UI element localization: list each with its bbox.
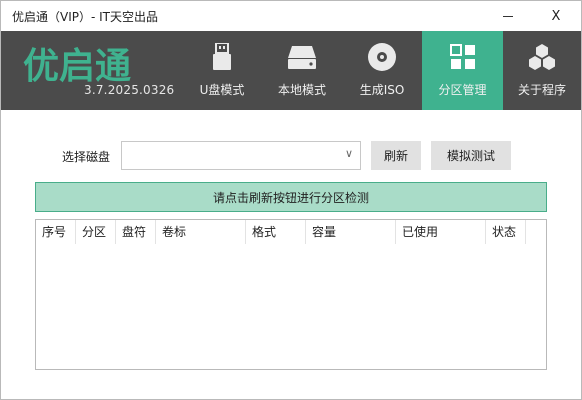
close-icon: X [551,8,561,24]
window-title: 优启通（VIP）- IT天空出品 [12,10,158,24]
hexagons-icon [527,42,557,72]
app-window: 优启通（VIP）- IT天空出品 X 优启通 3.7.2025.0326 U盘模… [0,0,582,400]
column-header-drive-letter[interactable]: 盘符 [116,220,156,244]
tab-make-iso[interactable]: 生成ISO [342,31,422,110]
tab-partition-manager-label: 分区管理 [438,83,487,97]
partition-panel: 选择磁盘 ∨ 刷新 模拟测试 请点击刷新按钮进行分区检测 序号 分区 盘符 卷标… [1,110,581,399]
status-message: 请点击刷新按钮进行分区检测 [35,182,547,212]
tab-local-mode-label: 本地模式 [277,83,326,97]
tab-local-mode[interactable]: 本地模式 [262,31,342,110]
version-label: 3.7.2025.0326 [84,83,175,97]
minimize-icon [503,15,513,17]
grid-icon [448,42,478,72]
hard-disk-icon [287,42,317,72]
column-header-partition[interactable]: 分区 [76,220,116,244]
app-logo: 优启通 [23,46,131,85]
column-header-index[interactable]: 序号 [36,220,76,244]
simulate-test-button[interactable]: 模拟测试 [431,141,511,170]
header-toolbar: 优启通 3.7.2025.0326 U盘模式 本地模式 生成ISO 分区管理 关… [1,31,581,110]
column-header-used[interactable]: 已使用 [396,220,486,244]
close-button[interactable]: X [533,1,579,31]
refresh-button[interactable]: 刷新 [371,141,421,170]
minimize-button[interactable] [485,1,531,31]
tab-make-iso-label: 生成ISO [359,83,405,97]
disk-select-dropdown[interactable]: ∨ [121,141,361,170]
table-header: 序号 分区 盘符 卷标 格式 容量 已使用 状态 [36,220,546,244]
tab-usb-mode[interactable]: U盘模式 [182,31,262,110]
tab-usb-mode-label: U盘模式 [199,83,245,97]
logo-text: 优启通 [23,46,131,85]
disc-icon [367,42,397,72]
column-header-capacity[interactable]: 容量 [306,220,396,244]
disk-select-label: 选择磁盘 [62,150,111,164]
column-header-status[interactable]: 状态 [486,220,526,244]
tab-about[interactable]: 关于程序 [503,31,581,110]
tab-partition-manager[interactable]: 分区管理 [422,31,503,110]
column-header-volume-label[interactable]: 卷标 [156,220,246,244]
chevron-down-icon: ∨ [344,147,353,160]
usb-drive-icon [207,42,237,72]
column-header-format[interactable]: 格式 [246,220,306,244]
tab-about-label: 关于程序 [517,83,566,97]
title-bar[interactable]: 优启通（VIP）- IT天空出品 X [1,1,581,31]
partition-table[interactable]: 序号 分区 盘符 卷标 格式 容量 已使用 状态 [35,219,547,370]
